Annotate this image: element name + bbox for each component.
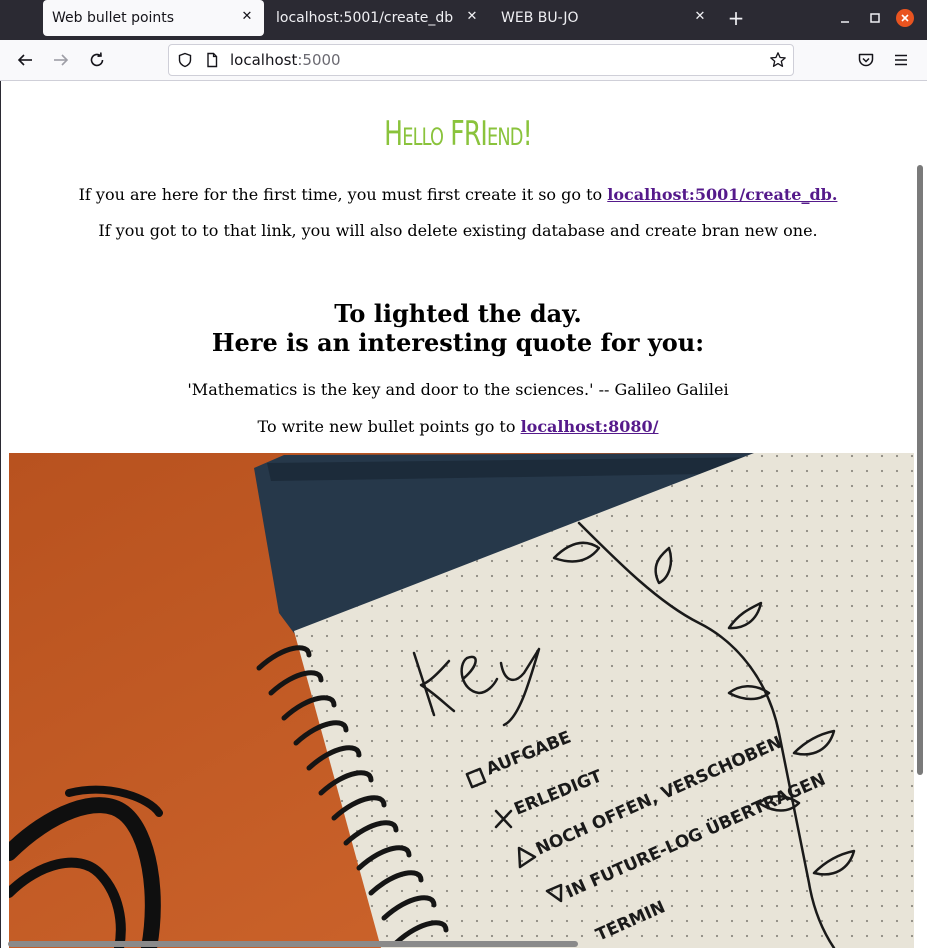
intro-line-warning: If you got to to that link, you will als… — [98, 221, 818, 240]
shield-icon[interactable] — [177, 52, 193, 68]
bookmark-star-icon[interactable] — [769, 51, 787, 69]
tab-web-bu-jo[interactable]: WEB BU-JO ✕ — [492, 0, 717, 36]
heading-line-2: Here is an interesting quote for you: — [211, 328, 705, 357]
page-content: Hello FRIend! If you are here for the fi… — [1, 81, 915, 948]
tab-create-db[interactable]: localhost:5001/create_db ✕ — [267, 0, 489, 36]
quote-heading: To lighted the day. Here is an interesti… — [1, 299, 915, 357]
window-close-icon[interactable] — [896, 9, 914, 27]
create-db-link[interactable]: localhost:5001/create_db. — [607, 185, 837, 204]
horizontal-scrollbar[interactable] — [8, 941, 578, 947]
close-icon[interactable]: ✕ — [465, 10, 479, 24]
intro-text: If you are here for the first time, you … — [78, 185, 608, 204]
url-host: localhost — [230, 51, 298, 69]
url-text[interactable]: localhost:5000 — [230, 51, 341, 69]
navigation-toolbar: localhost:5000 — [0, 40, 927, 81]
back-arrow-icon[interactable] — [15, 50, 35, 70]
close-icon[interactable]: ✕ — [693, 10, 707, 24]
minimize-icon[interactable] — [836, 9, 854, 27]
hamburger-menu-icon[interactable] — [891, 50, 911, 70]
address-bar[interactable]: localhost:5000 — [168, 44, 794, 76]
write-bullets-line: To write new bullet points go to localho… — [1, 417, 915, 436]
write-text: To write new bullet points go to — [257, 417, 521, 436]
tab-title: WEB BU-JO — [501, 10, 579, 26]
url-port: :5000 — [297, 51, 341, 69]
heading-line-1: To lighted the day. — [334, 299, 582, 328]
close-icon[interactable]: ✕ — [240, 10, 254, 24]
forward-arrow-icon[interactable] — [51, 50, 71, 70]
tab-strip: Web bullet points ✕ localhost:5001/creat… — [0, 0, 927, 40]
new-tab-plus-icon[interactable]: + — [725, 8, 747, 30]
maximize-icon[interactable] — [866, 9, 884, 27]
page-viewport: Hello FRIend! If you are here for the fi… — [0, 81, 927, 948]
greeting-title: Hello FRIend! — [384, 114, 532, 154]
quote-text: 'Mathematics is the key and door to the … — [187, 380, 729, 399]
write-bullets-link[interactable]: localhost:8080/ — [521, 417, 659, 436]
notebook-photo: AUFGABE ERLEDIGT NOCH OFFEN, VERSCHOBEN … — [9, 453, 914, 948]
page-icon[interactable] — [204, 52, 220, 68]
tab-title: localhost:5001/create_db — [276, 10, 454, 26]
intro-line-first-time: If you are here for the first time, you … — [1, 185, 915, 204]
tab-web-bullet-points[interactable]: Web bullet points ✕ — [43, 0, 264, 36]
tab-title: Web bullet points — [52, 10, 175, 26]
pocket-icon[interactable] — [856, 50, 876, 70]
vertical-scrollbar[interactable] — [917, 165, 923, 775]
reload-icon[interactable] — [87, 50, 107, 70]
